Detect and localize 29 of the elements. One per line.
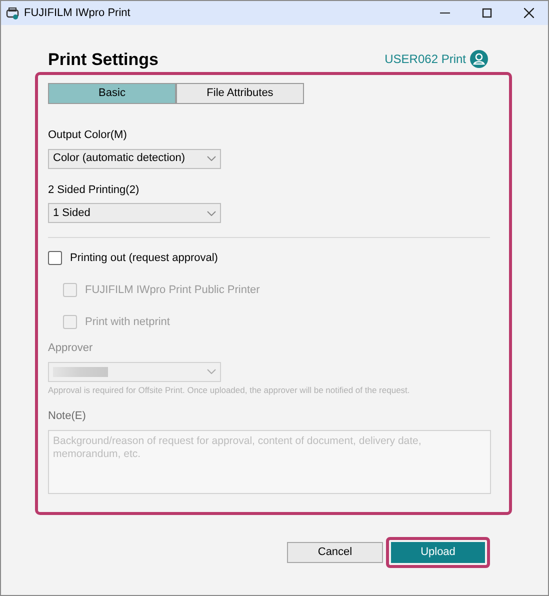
field-label: 2 Sided Printing(2): [48, 182, 140, 198]
two-sided-select[interactable]: 1 Sided: [48, 203, 221, 223]
checkbox-label: Print with netprint: [85, 314, 170, 330]
field-label: Approver: [48, 341, 94, 356]
user-icon[interactable]: [470, 50, 488, 68]
user-name[interactable]: USER062 Print: [384, 50, 466, 68]
output-color-select[interactable]: Color (automatic detection): [48, 148, 221, 168]
upload-button[interactable]: Upload: [386, 537, 490, 568]
window-title: FUJIFILM IWpro Print: [24, 6, 130, 21]
cancel-button[interactable]: Cancel: [287, 542, 383, 563]
chevron-down-icon: [207, 210, 216, 216]
redacted-value: [53, 366, 108, 376]
note-field[interactable]: Background/reason of request for approval, content of document, delivery date, memorandum, etc.: [48, 430, 491, 494]
maximize-icon[interactable]: [482, 8, 492, 18]
select-value: Color (automatic detection): [53, 151, 186, 166]
printer-icon: [6, 6, 19, 20]
tab[interactable]: File Attributes: [176, 83, 304, 104]
close-icon[interactable]: [524, 8, 534, 18]
field-label: Output Color(M): [48, 128, 128, 143]
field-label: Note(E): [48, 409, 87, 424]
page-heading: Print Settings: [48, 51, 159, 68]
checkbox[interactable]: [48, 251, 62, 265]
chevron-down-icon: [207, 369, 216, 374]
tab[interactable]: Basic: [48, 83, 176, 104]
checkbox-label: Printing out (request approval): [70, 250, 218, 266]
checkbox-label: FUJIFILM IWpro Print Public Printer: [85, 282, 260, 298]
help-text: Approval is required for Offsite Print. Once uploaded, the approver will be notified of the request.: [48, 384, 411, 396]
chevron-down-icon: [207, 156, 216, 161]
select-value: 1 Sided: [53, 206, 90, 221]
